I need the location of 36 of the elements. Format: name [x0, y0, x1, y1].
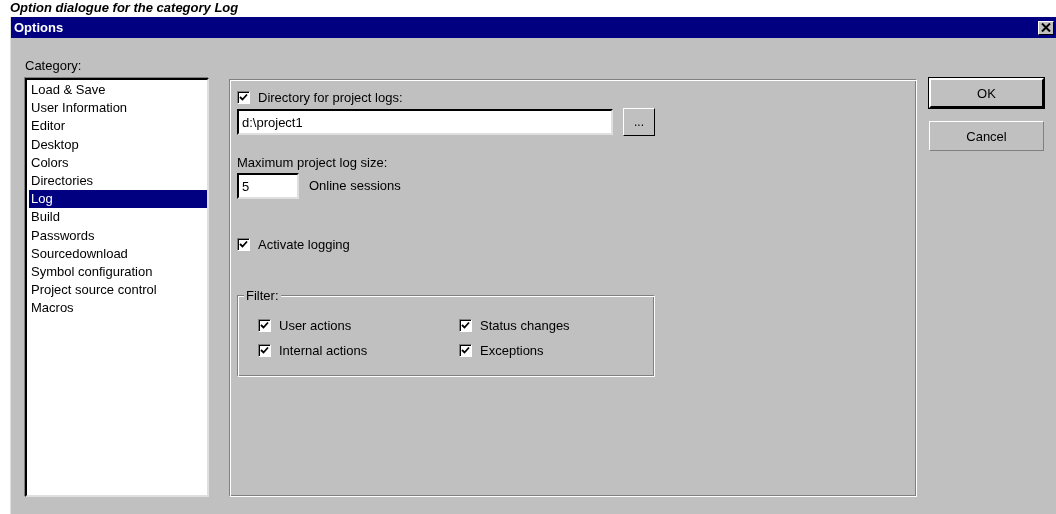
category-item[interactable]: Log: [29, 190, 207, 209]
checkbox-label: Directory for project logs:: [258, 89, 403, 105]
category-item[interactable]: Macros: [29, 299, 207, 318]
category-item[interactable]: Editor: [29, 117, 207, 136]
max-size-label: Maximum project log size:: [237, 155, 389, 171]
directory-field[interactable]: d:\project1: [237, 109, 613, 135]
category-item[interactable]: Symbol configuration: [29, 262, 207, 282]
checkbox-label: Internal actions: [279, 342, 368, 358]
category-item[interactable]: Project source control: [29, 281, 207, 300]
checkbox[interactable]: [237, 90, 250, 104]
dialog-button[interactable]: Cancel: [929, 121, 1044, 151]
category-item[interactable]: Load & Save: [29, 81, 207, 100]
category-item[interactable]: Build: [29, 208, 207, 227]
window-title: Options: [14, 20, 64, 35]
category-item[interactable]: Passwords: [29, 226, 207, 245]
checkbox-label: Exceptions: [480, 342, 544, 358]
checkbox-label: User actions: [279, 317, 352, 333]
category-item[interactable]: Desktop: [29, 135, 207, 154]
figure-caption: Option dialogue for the category Log: [9, 0, 240, 17]
browse-button[interactable]: ...: [623, 108, 655, 136]
checkbox[interactable]: [258, 343, 271, 357]
category-label: Category:: [25, 58, 83, 75]
checkbox[interactable]: [237, 237, 250, 251]
checkbox[interactable]: [258, 318, 271, 332]
checkbox-label: Status changes: [480, 317, 570, 333]
category-item[interactable]: Colors: [29, 153, 207, 172]
dialog-button[interactable]: OK: [929, 78, 1044, 108]
log-size-field[interactable]: 5: [237, 173, 299, 199]
checkbox-label: Activate logging: [258, 236, 350, 252]
unit-label: Online sessions: [309, 177, 401, 193]
close-button[interactable]: [1038, 20, 1054, 35]
checkbox[interactable]: [459, 343, 472, 357]
category-item[interactable]: Sourcedownload: [29, 244, 207, 263]
category-item[interactable]: Directories: [29, 171, 207, 191]
category-item[interactable]: User Information: [29, 99, 207, 118]
checkbox[interactable]: [459, 318, 472, 332]
